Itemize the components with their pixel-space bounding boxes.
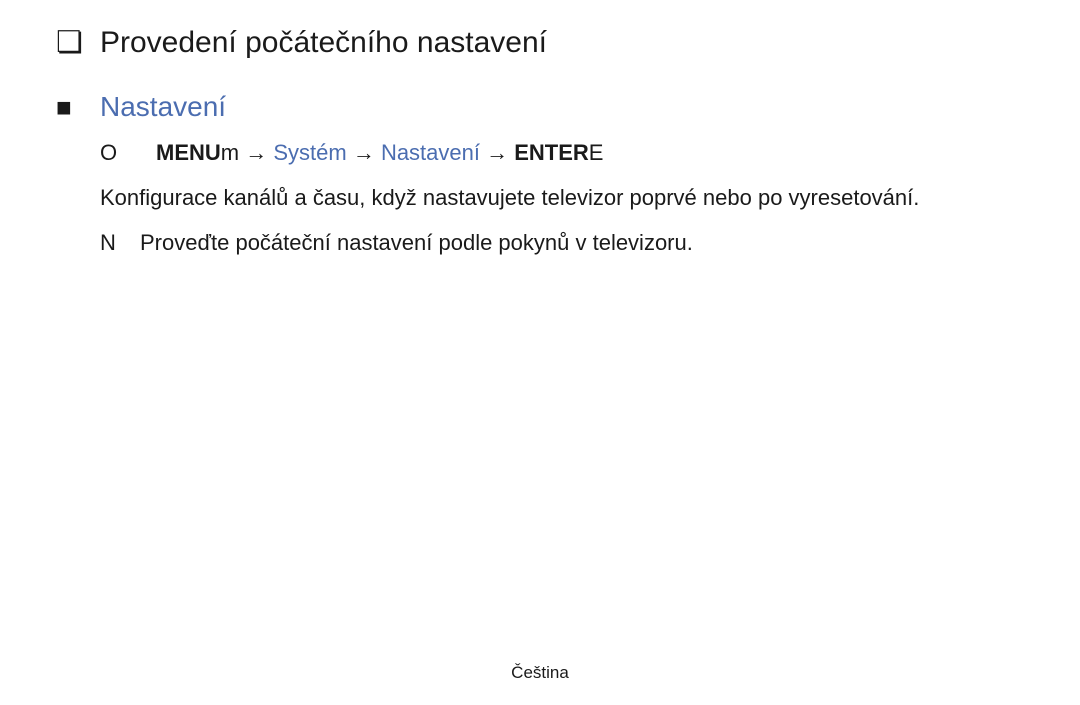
section-row: ■ Nastavení <box>56 90 1024 124</box>
menu-path: MENUm → Systém → Nastavení → ENTERE <box>156 138 603 168</box>
arrow-icon: → <box>239 140 273 165</box>
menu-path-bullet: O <box>100 138 156 168</box>
menu-label-bold: MENU <box>156 140 221 165</box>
note-text: Proveďte počáteční nastavení podle pokyn… <box>140 228 693 258</box>
title-row: ❏ Provedení počátečního nastavení <box>56 24 1024 62</box>
title-bullet-icon: ❏ <box>56 24 100 62</box>
body-paragraph: Konfigurace kanálů a času, když nastavuj… <box>56 182 996 214</box>
section-heading: Nastavení <box>100 90 226 124</box>
note-bullet: N <box>100 228 140 258</box>
menu-path-settings: Nastavení <box>381 140 480 165</box>
note-row: N Proveďte počáteční nastavení podle pok… <box>56 228 1024 258</box>
section-bullet-icon: ■ <box>56 90 100 124</box>
menu-label-suffix: m <box>221 140 239 165</box>
enter-label-suffix: E <box>589 140 604 165</box>
menu-path-system: Systém <box>273 140 346 165</box>
menu-path-row: O MENUm → Systém → Nastavení → ENTERE <box>56 138 1024 168</box>
arrow-icon: → <box>347 140 381 165</box>
page-title: Provedení počátečního nastavení <box>100 24 547 62</box>
arrow-icon: → <box>480 140 514 165</box>
footer-language: Čeština <box>0 663 1080 683</box>
enter-label-bold: ENTER <box>514 140 589 165</box>
page: ❏ Provedení počátečního nastavení ■ Nast… <box>0 0 1080 705</box>
